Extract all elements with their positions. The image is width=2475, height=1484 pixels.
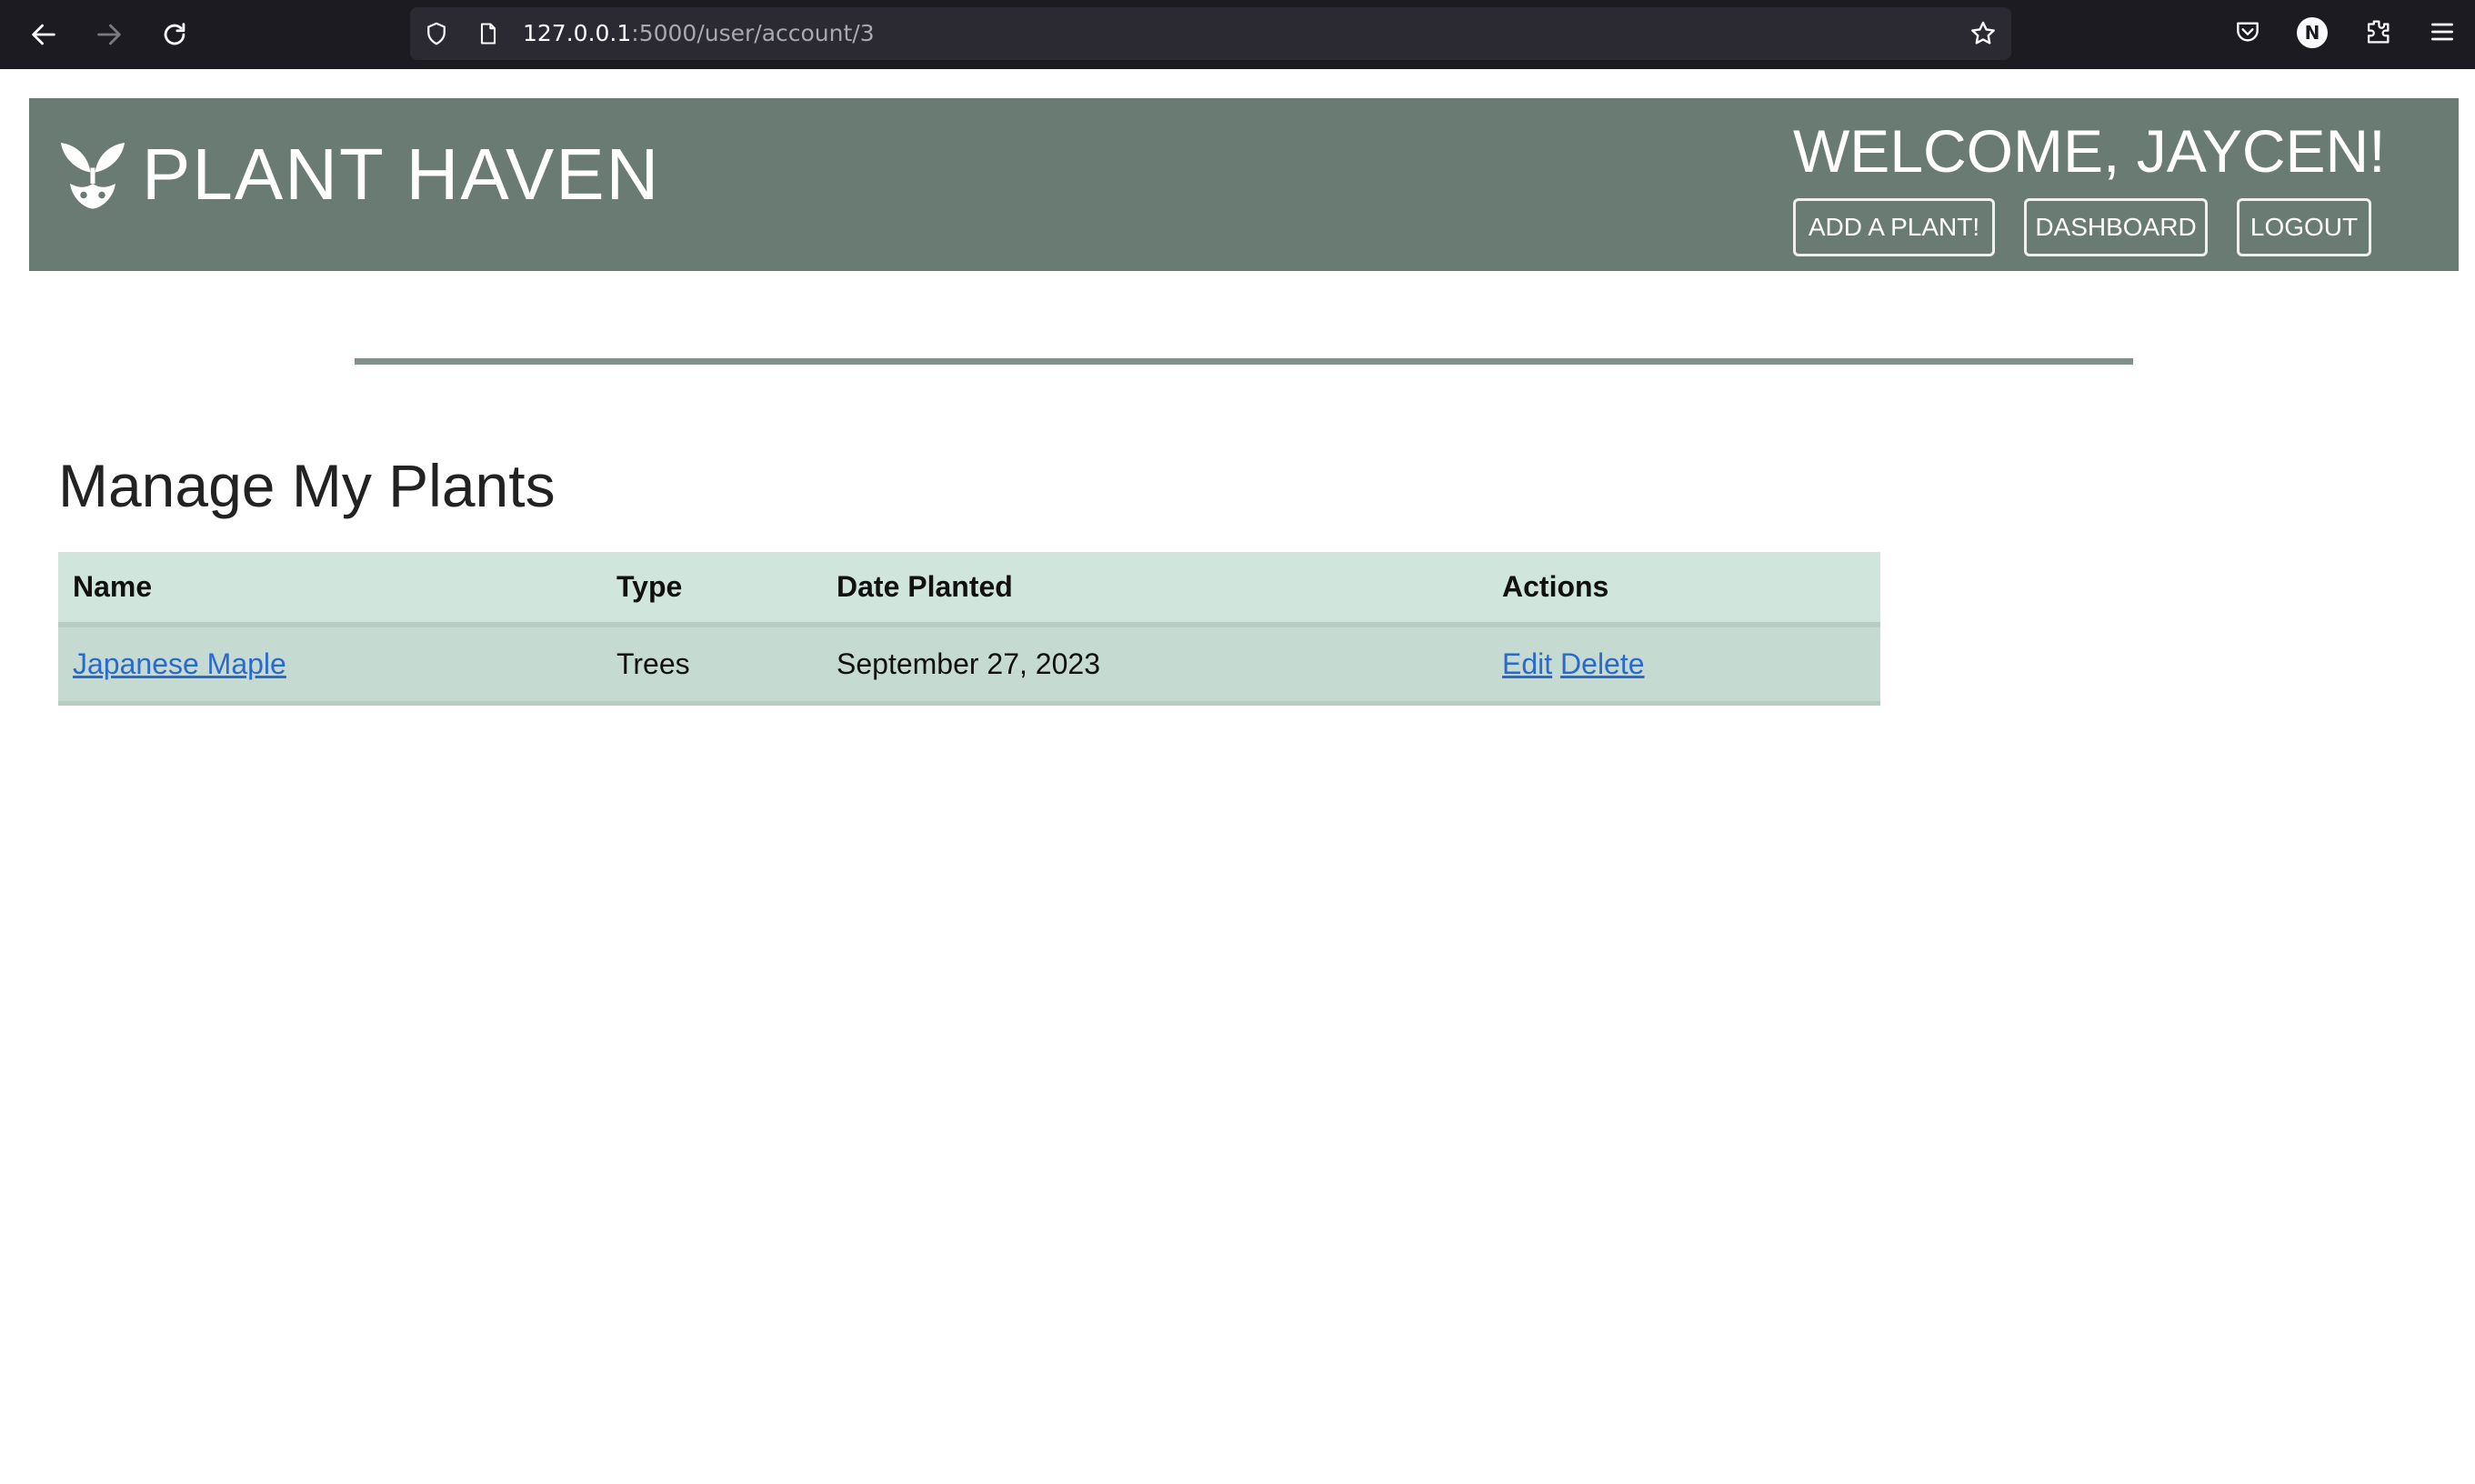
star-icon[interactable]	[1969, 19, 1998, 48]
shield-icon[interactable]	[423, 20, 450, 47]
brand-title: PLANT HAVEN	[142, 134, 661, 215]
site-header: PLANT HAVEN WELCOME, JAYCEN! ADD A PLANT…	[29, 98, 2459, 271]
reload-icon	[164, 23, 185, 45]
divider	[355, 358, 2133, 365]
extensions-icon[interactable]	[2362, 16, 2393, 47]
pocket-icon[interactable]	[2233, 17, 2262, 46]
plant-date-cell: September 27, 2023	[822, 625, 1488, 706]
leaf-logo-icon	[61, 143, 125, 209]
arrow-left-icon	[32, 24, 55, 45]
delete-link[interactable]: Delete	[1560, 647, 1645, 680]
menu-icon[interactable]	[2428, 17, 2457, 46]
column-header-actions: Actions	[1488, 552, 1880, 627]
back-button[interactable]	[21, 12, 66, 57]
brand[interactable]: PLANT HAVEN	[56, 133, 660, 216]
column-header-type: Type	[602, 552, 822, 627]
browser-toolbar: 127.0.0.1:5000/user/account/3 N	[0, 0, 2475, 69]
page-icon[interactable]	[476, 21, 501, 46]
add-plant-button[interactable]: ADD A PLANT!	[1793, 198, 1995, 256]
logout-button[interactable]: LOGOUT	[2237, 198, 2371, 256]
arrow-right-icon	[97, 24, 121, 45]
plant-name-cell: Japanese Maple	[58, 625, 602, 706]
page-title: Manage My Plants	[58, 452, 556, 519]
plant-type-cell: Trees	[602, 625, 822, 706]
plant-actions-cell: Edit Delete	[1488, 625, 1880, 706]
plants-table: Name Type Date Planted Actions Japanese …	[58, 552, 1880, 706]
column-header-date-planted: Date Planted	[822, 552, 1488, 627]
column-header-name: Name	[58, 552, 602, 627]
address-bar[interactable]: 127.0.0.1:5000/user/account/3	[410, 7, 2011, 60]
edit-link[interactable]: Edit	[1502, 647, 1552, 680]
forward-button[interactable]	[86, 12, 132, 57]
table-row: Japanese Maple Trees September 27, 2023 …	[58, 625, 1880, 706]
table-header-row: Name Type Date Planted Actions	[58, 552, 1880, 627]
account-avatar[interactable]: N	[2297, 17, 2328, 48]
url-path: :5000/user/account/3	[631, 20, 875, 46]
url-text[interactable]: 127.0.0.1:5000/user/account/3	[523, 20, 875, 46]
url-host: 127.0.0.1	[523, 20, 632, 46]
reload-button[interactable]	[152, 12, 197, 57]
welcome-message: WELCOME, JAYCEN!	[1793, 117, 2386, 185]
dashboard-button[interactable]: DASHBOARD	[2024, 198, 2208, 256]
plant-name-link[interactable]: Japanese Maple	[73, 647, 286, 680]
